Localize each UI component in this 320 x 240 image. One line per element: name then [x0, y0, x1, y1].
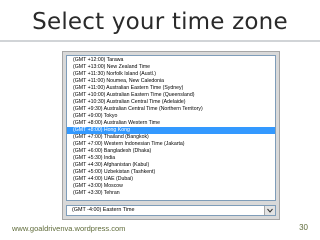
timezone-option[interactable]: (GMT +11:00) Noumea, New Caledonia — [67, 78, 275, 85]
timezone-option[interactable]: (GMT +11:30) Norfolk Island (Austl.) — [67, 71, 275, 78]
timezone-option[interactable]: (GMT +7:00) Thailand (Bangkok) — [67, 134, 275, 141]
dropdown-arrow-button[interactable] — [264, 206, 275, 215]
timezone-option[interactable]: (GMT +10:00) Australian Eastern Time (Qu… — [67, 92, 275, 99]
timezone-dropdown: (GMT +12:00) Tarawa (GMT +13:00) New Zeal… — [62, 51, 280, 220]
timezone-select[interactable]: (GMT -4:00) Eastern Time — [66, 205, 276, 216]
timezone-option[interactable]: (GMT +6:00) Bangladesh (Dhaka) — [67, 148, 275, 155]
timezone-selected-value: (GMT -4:00) Eastern Time — [72, 207, 135, 213]
footer-url: www.goaldrivenva.wordpress.com — [12, 224, 126, 233]
timezone-option[interactable]: (GMT +9:30) Australian Central Time (Nor… — [67, 106, 275, 113]
timezone-option[interactable]: (GMT +13:00) New Zealand Time — [67, 64, 275, 71]
timezone-option[interactable]: (GMT +7:00) Western Indonesian Time (Jak… — [67, 141, 275, 148]
timezone-option[interactable]: (GMT +10:30) Australian Central Time (Ad… — [67, 99, 275, 106]
slide-title: Select your time zone — [32, 9, 288, 35]
timezone-option-highlighted[interactable]: (GMT +8:00) Hong Kong — [67, 127, 275, 134]
timezone-option[interactable]: (GMT +9:00) Tokyo — [67, 113, 275, 120]
timezone-option[interactable]: (GMT +12:00) Tarawa — [67, 57, 275, 64]
timezone-option[interactable]: (GMT +8:00) Australian Western Time — [67, 120, 275, 127]
page-number: 30 — [299, 223, 308, 232]
timezone-option[interactable]: (GMT +11:00) Australian Eastern Time (Sy… — [67, 85, 275, 92]
timezone-option[interactable]: (GMT +4:00) UAE (Dubai) — [67, 176, 275, 183]
timezone-options-list[interactable]: (GMT +12:00) Tarawa (GMT +13:00) New Zeal… — [66, 55, 276, 201]
timezone-option[interactable]: (GMT +4:30) Afghanistan (Kabul) — [67, 162, 275, 169]
chevron-down-icon — [267, 208, 273, 213]
timezone-option[interactable]: (GMT +5:00) Uzbekistan (Tashkent) — [67, 169, 275, 176]
title-divider — [0, 40, 320, 42]
timezone-option[interactable]: (GMT +3:30) Tehran — [67, 190, 275, 197]
slide: Select your time zone (GMT +12:00) Taraw… — [0, 0, 320, 240]
timezone-option[interactable]: (GMT +5:30) India — [67, 155, 275, 162]
timezone-option[interactable]: (GMT +3:00) Moscow — [67, 183, 275, 190]
